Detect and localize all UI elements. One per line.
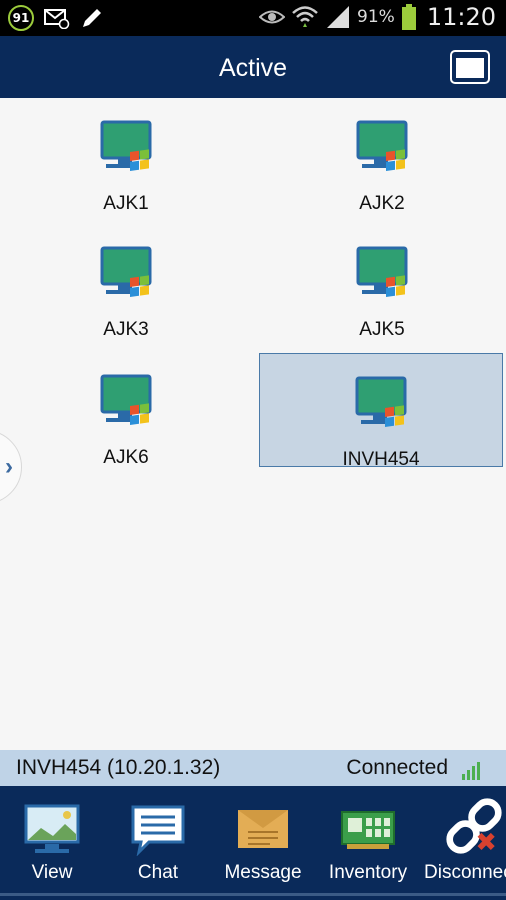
inventory-icon [341,811,395,849]
device-tile[interactable]: INVH454 [259,353,503,470]
device-tile[interactable]: AJK1 [4,98,248,214]
pen-icon [83,9,101,27]
disconnect-icon [446,798,502,854]
connected-host: INVH454 (10.20.1.32) [16,756,221,779]
disconnect-label: Disconnect [424,862,506,883]
disconnect-button[interactable]: Disconnect [424,786,506,900]
windows-pc-icon [355,376,407,427]
view-button[interactable]: View [2,786,102,900]
signal-icon [327,6,350,28]
inventory-button[interactable]: Inventory [318,786,418,900]
eye-icon [259,10,286,24]
device-tile[interactable]: AJK3 [4,224,248,340]
device-label: AJK3 [103,319,149,340]
windows-pc-icon [100,120,152,171]
clock: 11:20 [426,3,496,31]
message-button[interactable]: Message [213,786,313,900]
mail-icon [44,9,70,29]
chevron-right-icon: › [5,453,13,480]
bottom-toolbar: View Chat Message Inventory Disconne [0,786,506,900]
battery-icon [401,4,416,30]
windows-pc-icon [100,374,152,425]
device-label: AJK1 [103,193,149,214]
device-label: AJK6 [103,447,149,468]
page-title: Active [218,54,288,82]
chat-icon [131,805,185,856]
divider [0,893,506,896]
message-label: Message [224,862,302,883]
title-bar: Active [0,36,506,98]
chat-label: Chat [137,862,179,883]
status-bar: 91 91% 11:20 [0,0,506,36]
badge-icon: 91 [8,5,34,31]
connection-status: Connected [346,756,448,779]
device-label: AJK5 [359,319,405,340]
inventory-label: Inventory [328,862,408,883]
device-grid: AJK1 AJK2 AJK3 AJK5 AJK6 INVH454 [0,98,506,750]
device-label: INVH454 [342,449,420,470]
window-icon-fill [456,58,484,78]
connection-bar: INVH454 (10.20.1.32) Connected [0,750,506,786]
device-tile[interactable]: AJK6 [4,352,248,468]
wifi-icon [292,6,318,27]
windows-pc-icon [356,246,408,297]
battery-percent: 91% [357,7,395,27]
device-tile[interactable]: AJK2 [260,98,504,214]
signal-strength-icon [462,762,480,780]
device-label: AJK2 [359,193,405,214]
windows-pc-icon [100,246,152,297]
chat-button[interactable]: Chat [108,786,208,900]
view-label: View [31,862,73,883]
window-icon[interactable] [450,50,490,84]
monitor-icon [24,804,80,853]
windows-pc-icon [356,120,408,171]
device-tile[interactable]: AJK5 [260,224,504,340]
message-icon [238,810,288,848]
